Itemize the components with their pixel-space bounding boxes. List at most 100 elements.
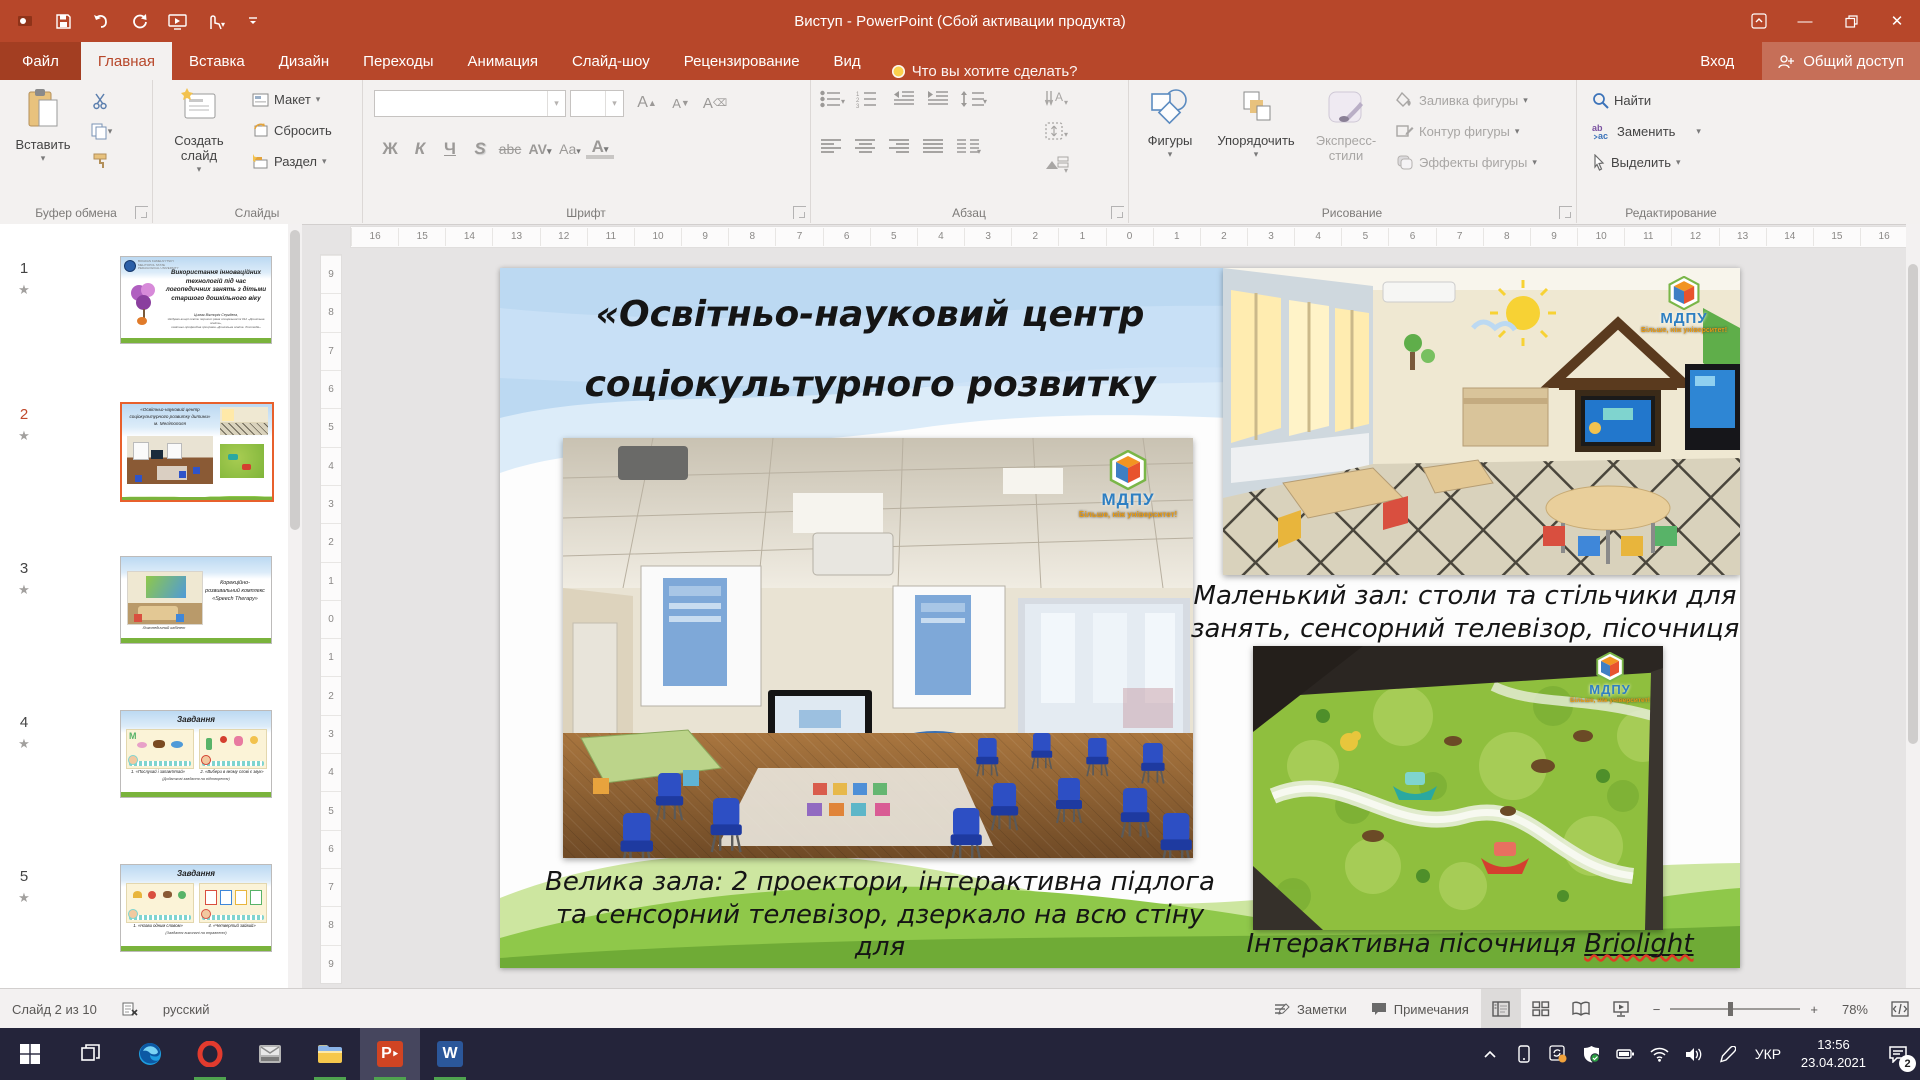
justify-button[interactable] xyxy=(922,138,944,156)
volume-icon[interactable] xyxy=(1677,1028,1711,1080)
strikethrough-button[interactable]: abc xyxy=(496,141,524,157)
restore-button[interactable] xyxy=(1828,0,1874,42)
pen-icon[interactable] xyxy=(1711,1028,1745,1080)
thumbnail-slide-1[interactable]: BOGDAN KHMELNYTSKY MELITOPOL STATE PEDAG… xyxy=(120,256,272,344)
paragraph-dialog-launcher[interactable] xyxy=(1111,206,1124,219)
thumbnail-slide-4[interactable]: Завдання М 1. «Послухай і запам'ятай» 2.… xyxy=(120,710,272,798)
view-normal-button[interactable] xyxy=(1481,989,1521,1029)
select-button[interactable]: Выделить▾ xyxy=(1592,154,1681,171)
app-icon[interactable] xyxy=(8,6,42,36)
tab-главная[interactable]: Главная xyxy=(81,42,172,80)
text-shadow-button[interactable]: S xyxy=(466,139,494,159)
customize-qat-button[interactable] xyxy=(236,6,270,36)
zoom-level[interactable]: 78% xyxy=(1830,989,1880,1029)
layout-button[interactable]: Макет▾ xyxy=(252,92,320,107)
align-right-button[interactable] xyxy=(888,138,910,156)
view-slide-sorter-button[interactable] xyxy=(1521,989,1561,1029)
power-icon[interactable] xyxy=(1609,1028,1643,1080)
language-status[interactable]: русский xyxy=(151,989,222,1029)
sync-alert-icon[interactable] xyxy=(1541,1028,1575,1080)
phone-link-icon[interactable] xyxy=(1507,1028,1541,1080)
share-button[interactable]: Общий доступ xyxy=(1762,42,1920,80)
animation-star-icon[interactable]: ★ xyxy=(14,428,34,444)
slide-counter[interactable]: Слайд 2 из 10 xyxy=(0,989,109,1029)
action-center-button[interactable]: 2 xyxy=(1876,1028,1920,1080)
tab-анимация[interactable]: Анимация xyxy=(451,42,555,80)
shape-effects-button[interactable]: Эффекты фигуры▾ xyxy=(1396,154,1537,170)
thumbnail-slide-5[interactable]: Завдання 1. «Назви одним словом» 4. «Чет… xyxy=(120,864,272,952)
text-direction-button[interactable]: A▾ xyxy=(1042,86,1072,112)
defender-icon[interactable] xyxy=(1575,1028,1609,1080)
comments-button[interactable]: Примечания xyxy=(1359,989,1481,1029)
caption-big-hall[interactable]: Велика зала: 2 проектори, інтерактивна п… xyxy=(530,866,1230,968)
edge-icon[interactable] xyxy=(120,1028,180,1080)
powerpoint-icon[interactable]: P⯈ xyxy=(360,1028,420,1080)
ribbon-display-options-button[interactable] xyxy=(1736,0,1782,42)
reset-button[interactable]: Сбросить xyxy=(252,123,332,138)
find-button[interactable]: Найти xyxy=(1592,92,1651,109)
opera-icon[interactable] xyxy=(180,1028,240,1080)
thumbnail-scrollbar[interactable] xyxy=(288,224,302,988)
copy-button[interactable]: ▾ xyxy=(86,118,116,144)
view-slideshow-button[interactable] xyxy=(1601,989,1641,1029)
caption-sandbox[interactable]: Інтерактивна пісочниця Briolight xyxy=(1240,928,1700,961)
sign-in-link[interactable]: Вход xyxy=(1700,53,1734,70)
tab-слайд-шоу[interactable]: Слайд-шоу xyxy=(555,42,667,80)
animation-star-icon[interactable]: ★ xyxy=(14,582,34,598)
clear-formatting-button[interactable]: A⌫ xyxy=(700,90,730,116)
animation-star-icon[interactable]: ★ xyxy=(14,890,34,906)
caption-small-hall[interactable]: Маленький зал: столи та стільчики для за… xyxy=(1190,580,1740,645)
minimize-button[interactable]: — xyxy=(1782,0,1828,42)
arrange-button[interactable]: Упорядочить▾ xyxy=(1210,86,1302,159)
font-name-combo[interactable]: ▾ xyxy=(374,90,566,117)
start-slideshow-button[interactable] xyxy=(160,6,194,36)
character-spacing-button[interactable]: AV▾ xyxy=(526,141,554,157)
word-icon[interactable]: W xyxy=(420,1028,480,1080)
spellcheck-status-icon[interactable] xyxy=(109,989,151,1029)
quick-styles-button[interactable]: Экспресс-стили xyxy=(1306,86,1386,164)
tab-вид[interactable]: Вид xyxy=(817,42,878,80)
numbering-button[interactable]: 123 xyxy=(856,90,882,108)
zoom-slider[interactable] xyxy=(1670,1008,1800,1010)
line-spacing-button[interactable]: ▾ xyxy=(960,90,988,108)
decrease-indent-button[interactable] xyxy=(892,90,916,108)
tab-переходы[interactable]: Переходы xyxy=(346,42,450,80)
bullets-button[interactable]: ▾ xyxy=(820,90,846,108)
convert-smartart-button[interactable]: ▾ xyxy=(1042,150,1072,176)
underline-button[interactable]: Ч xyxy=(436,139,464,159)
fit-slide-button[interactable] xyxy=(1880,989,1920,1029)
font-color-button[interactable]: А▾ xyxy=(586,138,614,159)
close-button[interactable]: ✕ xyxy=(1874,0,1920,42)
increase-indent-button[interactable] xyxy=(926,90,950,108)
new-slide-button[interactable]: Создать слайд▾ xyxy=(164,86,234,174)
shape-outline-button[interactable]: Контур фигуры▾ xyxy=(1396,123,1519,139)
italic-button[interactable]: К xyxy=(406,139,434,159)
section-button[interactable]: Раздел▾ xyxy=(252,154,327,169)
align-left-button[interactable] xyxy=(820,138,842,156)
grow-font-button[interactable]: A▲ xyxy=(632,90,662,116)
photo-big-hall[interactable]: МДПУ Більше, ніж університет! xyxy=(563,438,1193,858)
task-view-button[interactable] xyxy=(60,1028,120,1080)
redo-button[interactable] xyxy=(122,6,156,36)
font-dialog-launcher[interactable] xyxy=(793,206,806,219)
animation-star-icon[interactable]: ★ xyxy=(14,736,34,752)
zoom-out-button[interactable]: − xyxy=(1641,989,1661,1029)
touch-mode-button[interactable]: ▾ xyxy=(198,6,232,36)
photo-small-hall[interactable]: МДПУ Більше, ніж університет! xyxy=(1223,268,1740,575)
cut-button[interactable] xyxy=(86,88,116,114)
thumbnail-slide-3[interactable]: Корекційно-розвивальний комплекс «Speech… xyxy=(120,556,272,644)
start-button[interactable] xyxy=(0,1028,60,1080)
save-button[interactable] xyxy=(46,6,80,36)
main-scrollbar[interactable] xyxy=(1906,224,1920,988)
columns-button[interactable]: ▾ xyxy=(956,138,982,156)
shape-fill-button[interactable]: Заливка фигуры▾ xyxy=(1396,92,1528,108)
show-hidden-icons-button[interactable] xyxy=(1473,1028,1507,1080)
wifi-icon[interactable] xyxy=(1643,1028,1677,1080)
mail-icon[interactable] xyxy=(240,1028,300,1080)
vertical-ruler[interactable]: 9876543210123456789 xyxy=(320,254,342,984)
clipboard-dialog-launcher[interactable] xyxy=(135,206,148,219)
taskbar-clock[interactable]: 13:56 23.04.2021 xyxy=(1791,1036,1876,1071)
language-indicator[interactable]: УКР xyxy=(1745,1028,1791,1080)
zoom-in-button[interactable]: + xyxy=(1810,989,1830,1029)
shrink-font-button[interactable]: A▼ xyxy=(666,90,696,116)
